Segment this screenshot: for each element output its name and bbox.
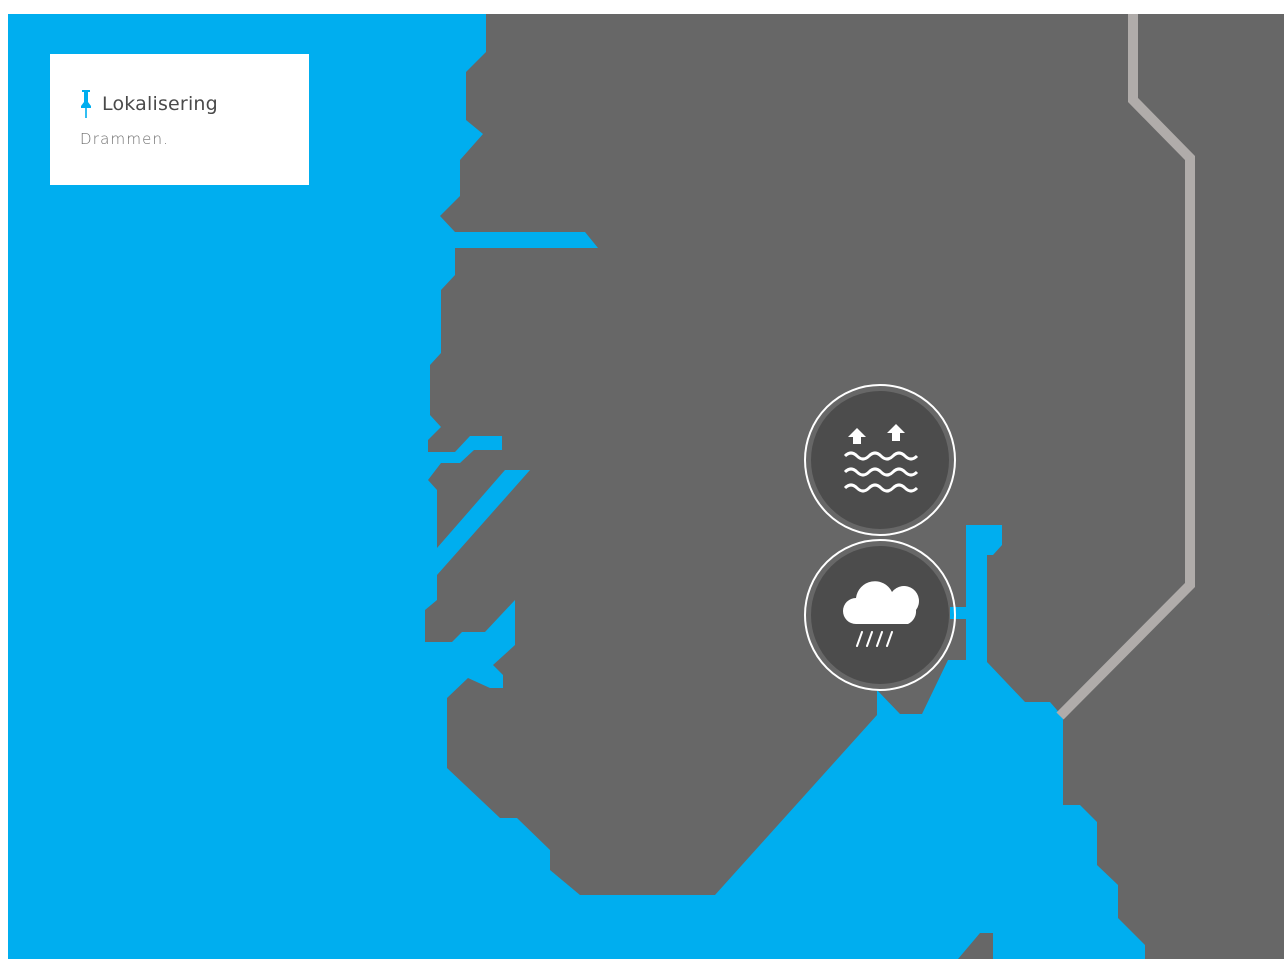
location-card: Lokalisering Drammen. — [50, 54, 309, 185]
water-channel — [950, 607, 966, 619]
location-card-header: Lokalisering — [80, 90, 309, 118]
top-margin — [0, 0, 1284, 14]
pushpin-icon — [81, 90, 91, 118]
heavy-rain-marker[interactable] — [804, 539, 956, 691]
sea-level-rise-marker[interactable] — [804, 384, 956, 536]
location-card-text: Drammen. — [80, 130, 170, 148]
location-card-title: Lokalisering — [102, 93, 218, 115]
